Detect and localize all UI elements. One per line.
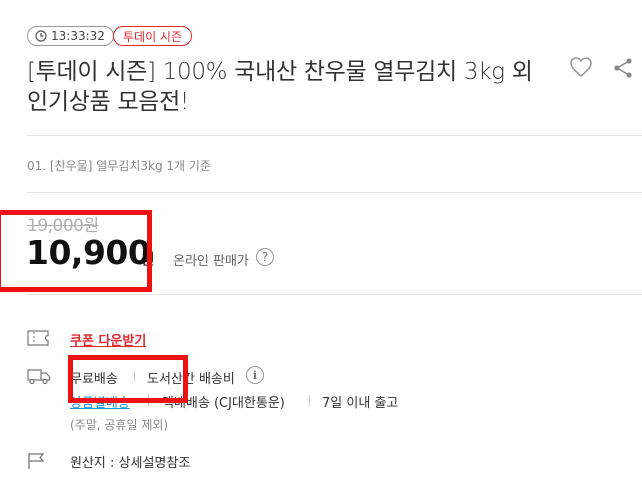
help-icon[interactable]: ? [256, 248, 274, 266]
share-button[interactable] [612, 58, 634, 82]
share-icon [614, 58, 632, 78]
price-highlight-box [0, 210, 152, 292]
info-icon[interactable]: i [246, 366, 264, 384]
heart-icon [570, 57, 592, 78]
online-price-label: 온라인 판매가 [173, 254, 249, 269]
wishlist-button[interactable] [569, 56, 593, 82]
truck-icon [27, 368, 51, 389]
coupon-download-link[interactable]: 쿠폰 다운받기 [70, 330, 146, 349]
timer-text: 13:33:32 [51, 29, 105, 43]
divider [27, 135, 642, 136]
option-description: 01. [찬우물] 열무김치3kg 1개 기준 [27, 159, 211, 173]
dispatch-days: 7일 이내 출고 [322, 396, 399, 411]
deal-timer: 13:33:32 [27, 26, 114, 46]
divider [27, 192, 642, 193]
flag-icon [27, 452, 47, 474]
clock-icon [35, 30, 47, 42]
divider [27, 294, 642, 295]
origin-info: 원산지 : 상세설명참조 [70, 456, 191, 471]
shipping-note: (주말, 공휴일 제외) [70, 418, 169, 432]
product-title: [투데이 시즌] 100% 국내산 찬우물 열무김치 3kg 외 인기상품 모음… [27, 59, 533, 115]
shipping-highlight-box [68, 355, 188, 403]
coupon-icon [27, 330, 49, 350]
separator [309, 395, 310, 406]
season-tag[interactable]: 투데이 시즌 [113, 26, 193, 46]
